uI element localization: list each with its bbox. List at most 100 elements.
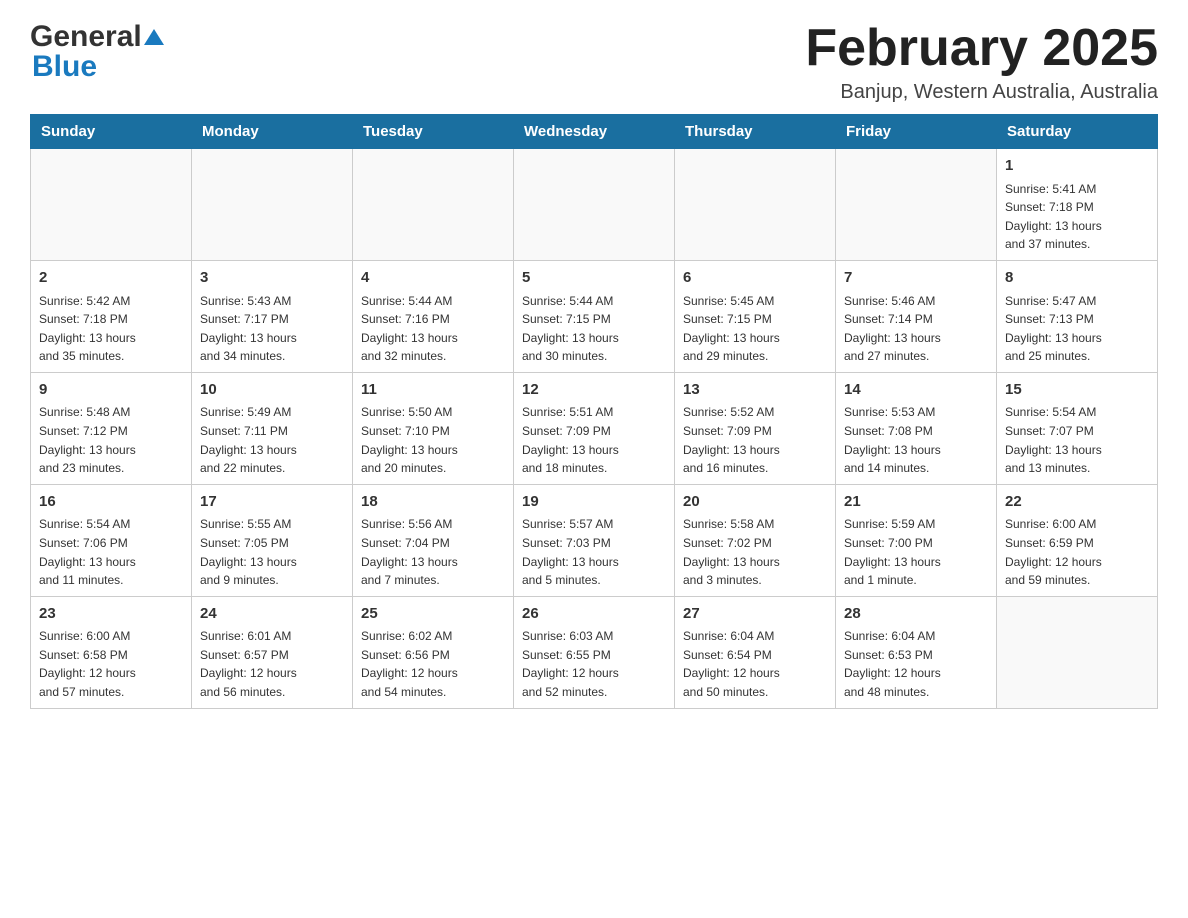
table-row: [997, 596, 1158, 708]
day-number: 2: [39, 267, 183, 290]
day-info: Sunrise: 5:58 AM Sunset: 7:02 PM Dayligh…: [683, 515, 827, 589]
logo-blue-text: Blue: [32, 50, 97, 84]
table-row: 14Sunrise: 5:53 AM Sunset: 7:08 PM Dayli…: [836, 372, 997, 484]
table-row: 2Sunrise: 5:42 AM Sunset: 7:18 PM Daylig…: [31, 261, 192, 373]
table-row: 28Sunrise: 6:04 AM Sunset: 6:53 PM Dayli…: [836, 596, 997, 708]
day-number: 22: [1005, 491, 1149, 514]
calendar-table: Sunday Monday Tuesday Wednesday Thursday…: [30, 114, 1158, 708]
table-row: [31, 149, 192, 261]
day-number: 25: [361, 603, 505, 626]
day-number: 11: [361, 379, 505, 402]
table-row: 13Sunrise: 5:52 AM Sunset: 7:09 PM Dayli…: [675, 372, 836, 484]
table-row: 6Sunrise: 5:45 AM Sunset: 7:15 PM Daylig…: [675, 261, 836, 373]
day-info: Sunrise: 5:52 AM Sunset: 7:09 PM Dayligh…: [683, 403, 827, 477]
day-number: 26: [522, 603, 666, 626]
day-info: Sunrise: 6:00 AM Sunset: 6:58 PM Dayligh…: [39, 627, 183, 701]
day-info: Sunrise: 6:03 AM Sunset: 6:55 PM Dayligh…: [522, 627, 666, 701]
table-row: 12Sunrise: 5:51 AM Sunset: 7:09 PM Dayli…: [514, 372, 675, 484]
day-number: 14: [844, 379, 988, 402]
table-row: 26Sunrise: 6:03 AM Sunset: 6:55 PM Dayli…: [514, 596, 675, 708]
table-row: 27Sunrise: 6:04 AM Sunset: 6:54 PM Dayli…: [675, 596, 836, 708]
table-row: [353, 149, 514, 261]
table-row: [675, 149, 836, 261]
day-info: Sunrise: 5:56 AM Sunset: 7:04 PM Dayligh…: [361, 515, 505, 589]
day-number: 19: [522, 491, 666, 514]
col-thursday: Thursday: [675, 115, 836, 149]
day-number: 3: [200, 267, 344, 290]
table-row: 16Sunrise: 5:54 AM Sunset: 7:06 PM Dayli…: [31, 484, 192, 596]
day-number: 13: [683, 379, 827, 402]
col-tuesday: Tuesday: [353, 115, 514, 149]
day-number: 7: [844, 267, 988, 290]
day-info: Sunrise: 5:41 AM Sunset: 7:18 PM Dayligh…: [1005, 180, 1149, 254]
table-row: 18Sunrise: 5:56 AM Sunset: 7:04 PM Dayli…: [353, 484, 514, 596]
col-monday: Monday: [192, 115, 353, 149]
table-row: 10Sunrise: 5:49 AM Sunset: 7:11 PM Dayli…: [192, 372, 353, 484]
day-info: Sunrise: 5:46 AM Sunset: 7:14 PM Dayligh…: [844, 292, 988, 366]
day-number: 8: [1005, 267, 1149, 290]
calendar-week-row: 23Sunrise: 6:00 AM Sunset: 6:58 PM Dayli…: [31, 596, 1158, 708]
day-info: Sunrise: 5:54 AM Sunset: 7:06 PM Dayligh…: [39, 515, 183, 589]
table-row: 17Sunrise: 5:55 AM Sunset: 7:05 PM Dayli…: [192, 484, 353, 596]
col-sunday: Sunday: [31, 115, 192, 149]
day-info: Sunrise: 5:59 AM Sunset: 7:00 PM Dayligh…: [844, 515, 988, 589]
day-number: 9: [39, 379, 183, 402]
day-number: 20: [683, 491, 827, 514]
table-row: 4Sunrise: 5:44 AM Sunset: 7:16 PM Daylig…: [353, 261, 514, 373]
table-row: 8Sunrise: 5:47 AM Sunset: 7:13 PM Daylig…: [997, 261, 1158, 373]
logo: General Blue: [30, 20, 166, 84]
day-number: 5: [522, 267, 666, 290]
day-number: 15: [1005, 379, 1149, 402]
day-number: 28: [844, 603, 988, 626]
table-row: 5Sunrise: 5:44 AM Sunset: 7:15 PM Daylig…: [514, 261, 675, 373]
day-info: Sunrise: 5:54 AM Sunset: 7:07 PM Dayligh…: [1005, 403, 1149, 477]
table-row: 15Sunrise: 5:54 AM Sunset: 7:07 PM Dayli…: [997, 372, 1158, 484]
day-info: Sunrise: 5:44 AM Sunset: 7:15 PM Dayligh…: [522, 292, 666, 366]
day-info: Sunrise: 6:04 AM Sunset: 6:53 PM Dayligh…: [844, 627, 988, 701]
calendar-week-row: 9Sunrise: 5:48 AM Sunset: 7:12 PM Daylig…: [31, 372, 1158, 484]
table-row: 24Sunrise: 6:01 AM Sunset: 6:57 PM Dayli…: [192, 596, 353, 708]
day-info: Sunrise: 6:00 AM Sunset: 6:59 PM Dayligh…: [1005, 515, 1149, 589]
day-number: 12: [522, 379, 666, 402]
table-row: [192, 149, 353, 261]
table-row: 21Sunrise: 5:59 AM Sunset: 7:00 PM Dayli…: [836, 484, 997, 596]
col-wednesday: Wednesday: [514, 115, 675, 149]
table-row: [836, 149, 997, 261]
table-row: 7Sunrise: 5:46 AM Sunset: 7:14 PM Daylig…: [836, 261, 997, 373]
day-number: 27: [683, 603, 827, 626]
calendar-week-row: 16Sunrise: 5:54 AM Sunset: 7:06 PM Dayli…: [31, 484, 1158, 596]
calendar-week-row: 1Sunrise: 5:41 AM Sunset: 7:18 PM Daylig…: [31, 149, 1158, 261]
day-number: 21: [844, 491, 988, 514]
col-friday: Friday: [836, 115, 997, 149]
day-info: Sunrise: 6:04 AM Sunset: 6:54 PM Dayligh…: [683, 627, 827, 701]
table-row: 9Sunrise: 5:48 AM Sunset: 7:12 PM Daylig…: [31, 372, 192, 484]
day-info: Sunrise: 5:49 AM Sunset: 7:11 PM Dayligh…: [200, 403, 344, 477]
table-row: 1Sunrise: 5:41 AM Sunset: 7:18 PM Daylig…: [997, 149, 1158, 261]
day-info: Sunrise: 6:01 AM Sunset: 6:57 PM Dayligh…: [200, 627, 344, 701]
day-number: 10: [200, 379, 344, 402]
day-number: 6: [683, 267, 827, 290]
table-row: 19Sunrise: 5:57 AM Sunset: 7:03 PM Dayli…: [514, 484, 675, 596]
day-number: 23: [39, 603, 183, 626]
day-info: Sunrise: 5:42 AM Sunset: 7:18 PM Dayligh…: [39, 292, 183, 366]
day-info: Sunrise: 5:53 AM Sunset: 7:08 PM Dayligh…: [844, 403, 988, 477]
day-info: Sunrise: 5:48 AM Sunset: 7:12 PM Dayligh…: [39, 403, 183, 477]
logo-general-text: General: [30, 20, 142, 54]
col-saturday: Saturday: [997, 115, 1158, 149]
day-info: Sunrise: 5:44 AM Sunset: 7:16 PM Dayligh…: [361, 292, 505, 366]
day-number: 4: [361, 267, 505, 290]
table-row: 3Sunrise: 5:43 AM Sunset: 7:17 PM Daylig…: [192, 261, 353, 373]
day-number: 17: [200, 491, 344, 514]
day-number: 18: [361, 491, 505, 514]
table-row: 20Sunrise: 5:58 AM Sunset: 7:02 PM Dayli…: [675, 484, 836, 596]
table-row: 23Sunrise: 6:00 AM Sunset: 6:58 PM Dayli…: [31, 596, 192, 708]
calendar-week-row: 2Sunrise: 5:42 AM Sunset: 7:18 PM Daylig…: [31, 261, 1158, 373]
calendar-header-row: Sunday Monday Tuesday Wednesday Thursday…: [31, 115, 1158, 149]
month-title: February 2025: [805, 20, 1158, 77]
title-area: February 2025 Banjup, Western Australia,…: [805, 20, 1158, 104]
day-number: 1: [1005, 155, 1149, 178]
table-row: 25Sunrise: 6:02 AM Sunset: 6:56 PM Dayli…: [353, 596, 514, 708]
day-number: 16: [39, 491, 183, 514]
table-row: [514, 149, 675, 261]
logo-icon: [143, 26, 165, 48]
